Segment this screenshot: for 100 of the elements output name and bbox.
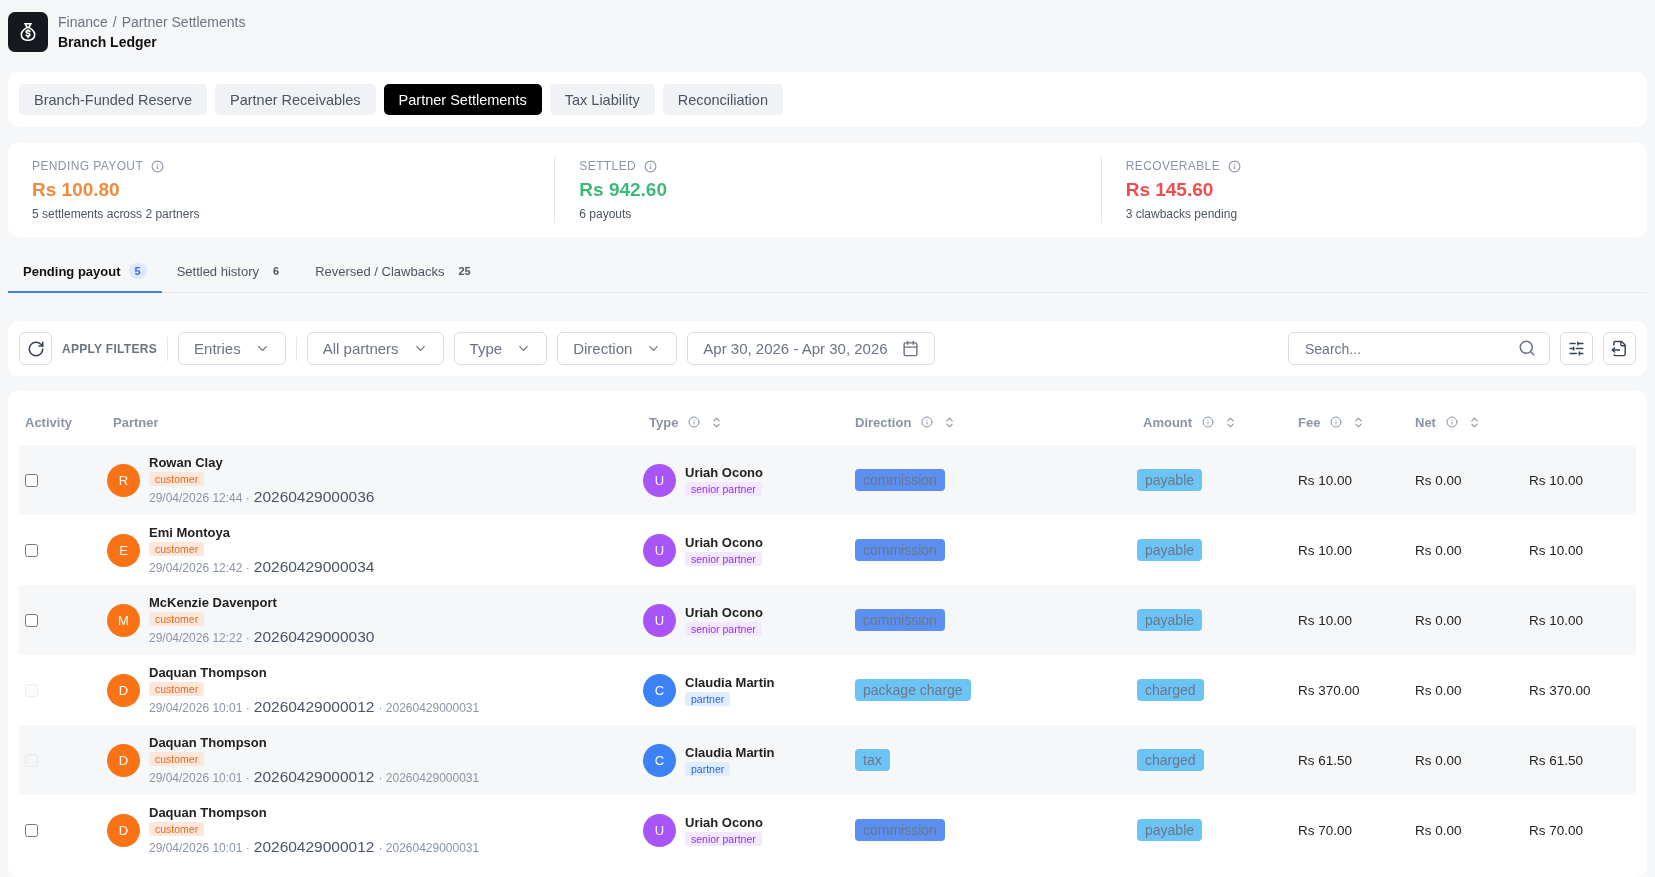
row-checkbox[interactable] [25,473,38,487]
column-header: Activity [25,414,72,430]
column-header: Direction [855,414,912,430]
search-field[interactable]: Search... [1288,332,1550,365]
partner-name: Uriah Ocono [685,604,763,620]
amount-cell-text: Rs 10.00 [1297,612,1354,628]
section-tab[interactable]: Partner Receivables [215,84,376,115]
stat-note: 5 settlements across 2 partners [32,207,201,221]
refresh-button[interactable] [19,332,52,365]
fee-cell-text: Rs 0.00 [1414,752,1463,768]
linked-reference: · 20260429000031 [378,700,480,715]
search-icon[interactable] [1518,339,1536,357]
role-tag: customer [149,471,205,486]
info-icon[interactable] [1202,416,1215,428]
fee-cell-text: Rs 0.00 [1414,682,1463,698]
partner-name: Daquan Thompson [149,664,267,680]
net-cell-text: Rs 10.00 [1528,612,1585,628]
stat-label: RECOVERABLE [1125,159,1221,173]
amount-cell-text: Rs 61.50 [1297,752,1354,768]
section-tab[interactable]: Reconciliation [662,84,783,115]
info-icon[interactable] [1330,416,1343,428]
sliders-icon [1568,340,1585,357]
partner-name: McKenzie Davenport [149,594,277,610]
reference-number: 20260429000030 [253,627,375,646]
column-header: Amount [1143,414,1193,430]
apply-filters-label[interactable]: APPLY FILTERS [62,336,169,361]
linked-reference: · 20260429000031 [378,840,480,855]
filter-dropdown[interactable]: Entries [178,332,286,365]
info-icon[interactable] [1228,159,1242,173]
section-tab[interactable]: Partner Settlements [383,84,542,115]
avatar: E [107,533,140,567]
stat-value: Rs 100.80 [32,179,121,201]
timestamp: 29/04/2026 12:22 · [149,630,250,645]
export-file-icon [1611,340,1628,357]
avatar: C [643,743,676,777]
info-icon[interactable] [151,159,165,173]
avatar: D [107,673,140,707]
role-tag: partner [685,691,731,706]
avatar: D [107,813,140,847]
partner-name: Claudia Martin [685,744,775,760]
fee-cell-text: Rs 0.00 [1414,822,1463,838]
section-tab[interactable]: Branch-Funded Reserve [19,84,207,115]
stat-value: Rs 145.60 [1125,179,1215,201]
view-tab[interactable]: Reversed / Clawbacks 25 [300,251,492,293]
reference-number: 20260429000012 [253,767,375,786]
timestamp: 29/04/2026 10:01 · [149,840,250,855]
status-tag: payable [1137,609,1203,631]
partner-name: Claudia Martin [685,674,775,690]
filter-dropdown[interactable]: All partners [306,332,444,365]
role-tag: senior partner [685,551,762,566]
reference-number: 20260429000036 [253,487,375,506]
role-tag: customer [149,751,205,766]
section-tab[interactable]: Tax Liability [549,84,655,115]
role-tag: senior partner [685,621,762,636]
status-tag: payable [1137,819,1203,841]
direction-tag: tax [855,749,890,771]
date-range-picker[interactable]: Apr 30, 2026 - Apr 30, 2026 [687,332,935,365]
partner-name: Emi Montoya [149,524,230,540]
export-button[interactable] [1603,332,1636,365]
amount-cell-text: Rs 70.00 [1297,822,1354,838]
fee-cell-text: Rs 0.00 [1414,472,1463,488]
partner-name: Daquan Thompson [149,804,267,820]
net-cell-text: Rs 10.00 [1528,542,1585,558]
row-checkbox[interactable] [25,543,38,557]
column-header: Type [649,414,679,430]
stat-label: PENDING PAYOUT [32,159,144,173]
timestamp: 29/04/2026 12:42 · [149,560,250,575]
partner-name: Rowan Clay [149,454,223,470]
info-icon[interactable] [688,416,701,428]
timestamp: 29/04/2026 12:44 · [149,490,250,505]
view-tab[interactable]: Pending payout 5 [8,251,162,293]
direction-tag: commission [855,469,945,491]
breadcrumb-link[interactable]: Finance [58,14,108,30]
info-icon[interactable] [1445,416,1458,428]
filter-dropdown[interactable]: Direction [557,332,678,365]
info-icon[interactable] [644,159,658,173]
settings-sliders-button[interactable] [1560,332,1593,365]
role-tag: customer [149,681,205,696]
status-tag: charged [1137,679,1204,701]
avatar: U [643,813,676,847]
role-tag: senior partner [685,481,762,496]
calendar-icon [901,340,919,357]
stat-label: SETTLED [579,159,637,173]
avatar: U [643,463,676,497]
partner-name: Uriah Ocono [685,464,763,480]
filter-dropdown[interactable]: Type [453,332,548,365]
avatar: U [643,603,676,637]
info-icon[interactable] [921,416,934,428]
row-checkbox[interactable] [25,613,38,627]
partner-name: Daquan Thompson [149,734,267,750]
page-title: Branch Ledger [58,34,158,50]
amount-cell-text: Rs 10.00 [1297,542,1354,558]
reference-number: 20260429000012 [253,697,375,716]
view-tab[interactable]: Settled history 6 [161,251,301,293]
timestamp: 29/04/2026 10:01 · [149,770,250,785]
status-tag: payable [1137,539,1203,561]
row-checkbox[interactable] [25,823,38,837]
role-tag: customer [149,541,205,556]
refresh-icon [26,339,45,358]
column-header: Partner [113,414,159,430]
